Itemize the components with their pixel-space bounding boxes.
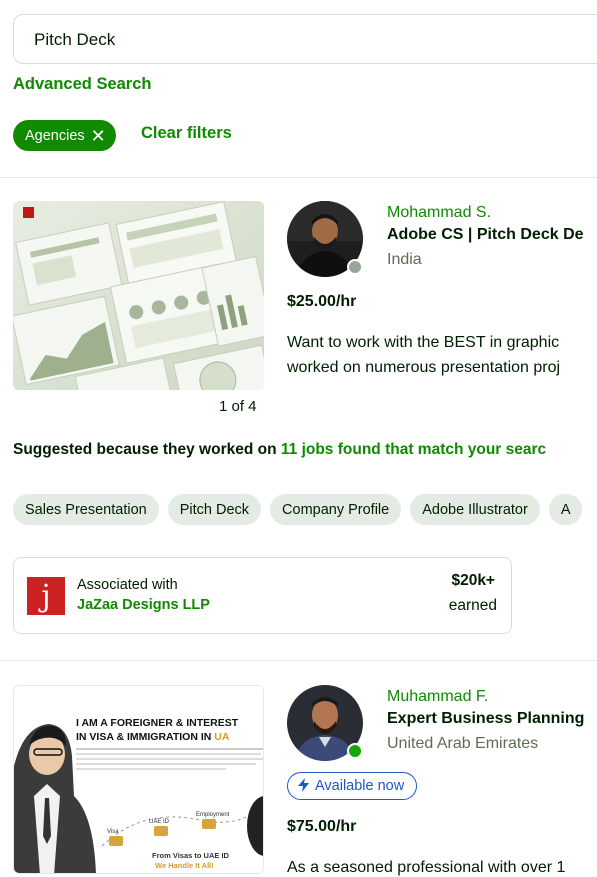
portfolio-pager: 1 of 4 (219, 398, 257, 415)
description-line: Want to work with the BEST in graphic (287, 334, 560, 351)
freelancer-name[interactable]: Muhammad F. (387, 688, 488, 706)
freelancer-description: Want to work with the BEST in graphic wo… (287, 330, 560, 380)
portfolio-tagline: From Visas to UAE ID (152, 851, 230, 860)
filter-chip-agencies[interactable]: Agencies ✕ (13, 120, 116, 151)
advanced-search-link[interactable]: Advanced Search (13, 75, 151, 94)
freelancer-rate: $25.00/hr (287, 293, 357, 310)
description-line: As a seasoned professional with over 1 (287, 859, 566, 876)
portfolio-headline: I AM A FOREIGNER & INTEREST (76, 717, 239, 729)
portfolio-tagline: We Handle It All! (155, 861, 214, 870)
portfolio-step: Employment (196, 812, 230, 818)
lightning-icon (298, 777, 309, 795)
divider (0, 177, 597, 178)
freelancer-name[interactable]: Mohammad S. (387, 204, 491, 222)
freelancer-description: As a seasoned professional with over 1 (287, 855, 565, 877)
freelancer-title: Adobe CS | Pitch Deck De (387, 226, 584, 243)
portfolio-preview-image: I AM A FOREIGNER & INTEREST IN VISA & IM… (14, 686, 263, 873)
close-icon[interactable]: ✕ (91, 127, 106, 145)
skill-chip[interactable]: Adobe Illustrator (410, 494, 540, 525)
freelancer-country: United Arab Emirates (387, 735, 539, 752)
portfolio-preview-image (13, 201, 264, 390)
freelancer-title: Expert Business Planning (387, 710, 585, 727)
freelancer-rate: $75.00/hr (287, 818, 357, 835)
matching-jobs-link[interactable]: 11 jobs found that match your searc (281, 441, 546, 458)
divider (0, 660, 597, 661)
associated-with-label: Associated with (77, 577, 178, 593)
associated-agency-card[interactable]: j Associated with JaZaa Designs LLP $20k… (13, 557, 512, 634)
portfolio-step: Visa (107, 829, 119, 835)
earned-label: earned (448, 597, 497, 614)
availability-label: Available now (315, 778, 405, 794)
agency-logo: j (27, 577, 65, 615)
portfolio-thumbnail[interactable]: I AM A FOREIGNER & INTEREST IN VISA & IM… (13, 685, 264, 874)
skills-list: Sales Presentation Pitch Deck Company Pr… (13, 494, 583, 525)
search-input-value: Pitch Deck (34, 30, 116, 49)
suggested-reason: Suggested because they worked on 11 jobs… (13, 441, 546, 459)
portfolio-thumbnail[interactable] (13, 201, 264, 390)
earned-amount: $20k+ (451, 572, 495, 589)
online-status-dot (347, 743, 363, 759)
portfolio-headline-accent: UA (214, 731, 230, 743)
agency-name-link[interactable]: JaZaa Designs LLP (77, 597, 210, 613)
skill-chip[interactable]: Company Profile (270, 494, 402, 525)
skill-chip[interactable]: A (548, 494, 583, 525)
freelancer-country: India (387, 251, 422, 268)
skill-chip[interactable]: Sales Presentation (13, 494, 159, 525)
portfolio-step: UAE ID (149, 819, 170, 825)
suggested-prefix: Suggested because they worked on (13, 441, 281, 458)
offline-status-dot (347, 259, 363, 275)
search-input[interactable]: Pitch Deck (13, 14, 597, 64)
skill-chip[interactable]: Pitch Deck (167, 494, 262, 525)
portfolio-headline: IN VISA & IMMIGRATION IN (76, 731, 214, 743)
filter-chip-label: Agencies (25, 127, 85, 144)
available-now-badge: Available now (287, 772, 418, 800)
svg-text:IN VISA & IMMIGRATION IN UA: IN VISA & IMMIGRATION IN UA (76, 731, 230, 743)
avatar[interactable] (287, 201, 363, 277)
description-line: worked on numerous presentation proj (287, 359, 561, 376)
clear-filters-link[interactable]: Clear filters (141, 124, 232, 143)
avatar[interactable] (287, 685, 363, 761)
